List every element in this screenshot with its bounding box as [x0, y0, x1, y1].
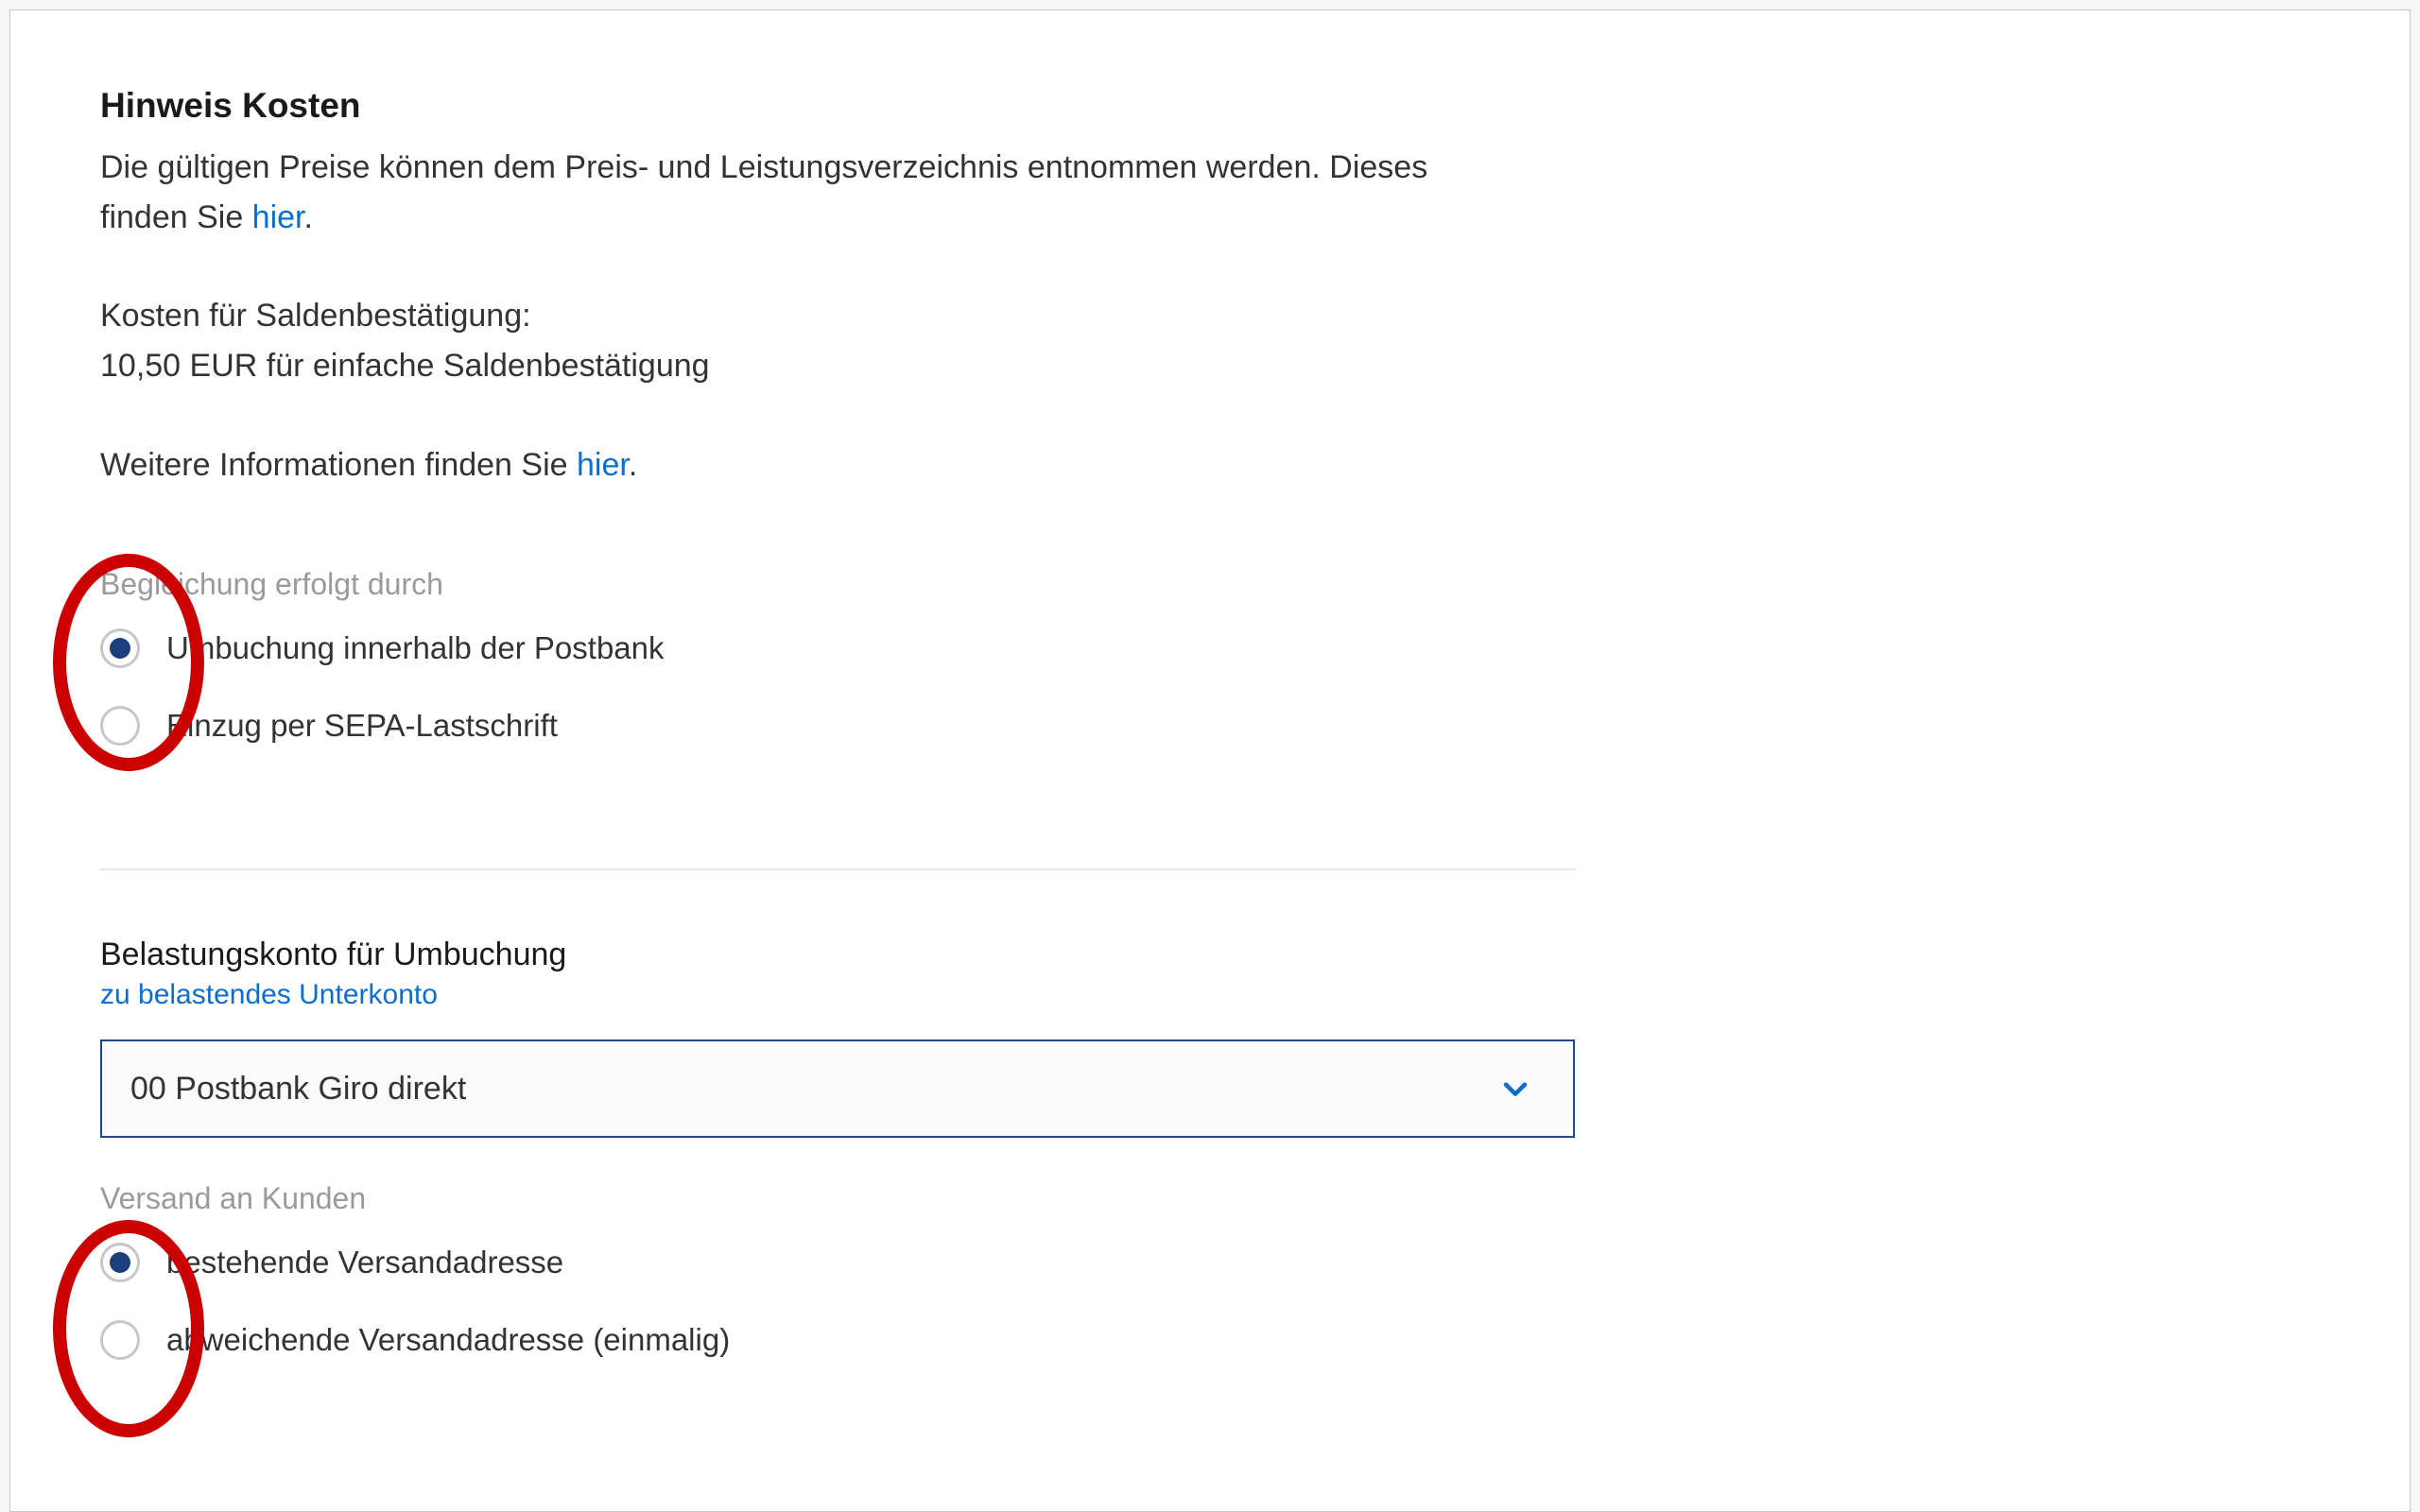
radio-label: Umbuchung innerhalb der Postbank — [166, 630, 665, 666]
more-info-pre: Weitere Informationen finden Sie — [100, 447, 577, 483]
radio-label: Einzug per SEPA-Lastschrift — [166, 708, 558, 744]
radio-icon — [100, 1320, 140, 1360]
radio-label: abweichende Versandadresse (einmalig) — [166, 1322, 730, 1358]
radio-label: bestehende Versandadresse — [166, 1245, 563, 1280]
intro-paragraph: Die gültigen Preise können dem Preis- un… — [100, 143, 1575, 242]
debit-account-sublabel: zu belastendes Unterkonto — [100, 979, 1575, 1011]
cost-line1: Kosten für Saldenbestätigung: — [100, 298, 531, 334]
more-info-paragraph: Weitere Informationen finden Sie hier. — [100, 440, 1575, 490]
chevron-down-icon — [1499, 1073, 1531, 1105]
section-heading-costs: Hinweis Kosten — [100, 86, 1575, 126]
cost-line2: 10,50 EUR für einfache Saldenbestätigung — [100, 348, 710, 384]
radio-icon — [100, 706, 140, 746]
section-divider — [100, 868, 1575, 870]
radio-icon — [100, 628, 140, 668]
debit-account-heading: Belastungskonto für Umbuchung — [100, 936, 1575, 973]
intro-line2-pre: finden Sie — [100, 199, 252, 235]
debit-account-select[interactable]: 00 Postbank Giro direkt — [100, 1040, 1575, 1138]
radio-icon — [100, 1243, 140, 1282]
radio-shipping-existing[interactable]: bestehende Versandadresse — [100, 1243, 1575, 1282]
radio-shipping-alternate[interactable]: abweichende Versandadresse (einmalig) — [100, 1320, 1575, 1360]
radio-settlement-umbuchung[interactable]: Umbuchung innerhalb der Postbank — [100, 628, 1575, 668]
more-info-post: . — [629, 447, 637, 483]
intro-line1: Die gültigen Preise können dem Preis- un… — [100, 149, 1427, 185]
radio-settlement-sepa[interactable]: Einzug per SEPA-Lastschrift — [100, 706, 1575, 746]
price-list-link[interactable]: hier — [252, 199, 304, 235]
more-info-link[interactable]: hier — [577, 447, 629, 483]
settlement-group-label: Begleichung erfolgt durch — [100, 567, 1575, 602]
select-value: 00 Postbank Giro direkt — [130, 1071, 466, 1108]
cost-paragraph: Kosten für Saldenbestätigung: 10,50 EUR … — [100, 291, 1575, 390]
shipping-group-label: Versand an Kunden — [100, 1181, 1575, 1216]
intro-line2-post: . — [304, 199, 313, 235]
form-panel: Hinweis Kosten Die gültigen Preise könne… — [9, 9, 2411, 1512]
